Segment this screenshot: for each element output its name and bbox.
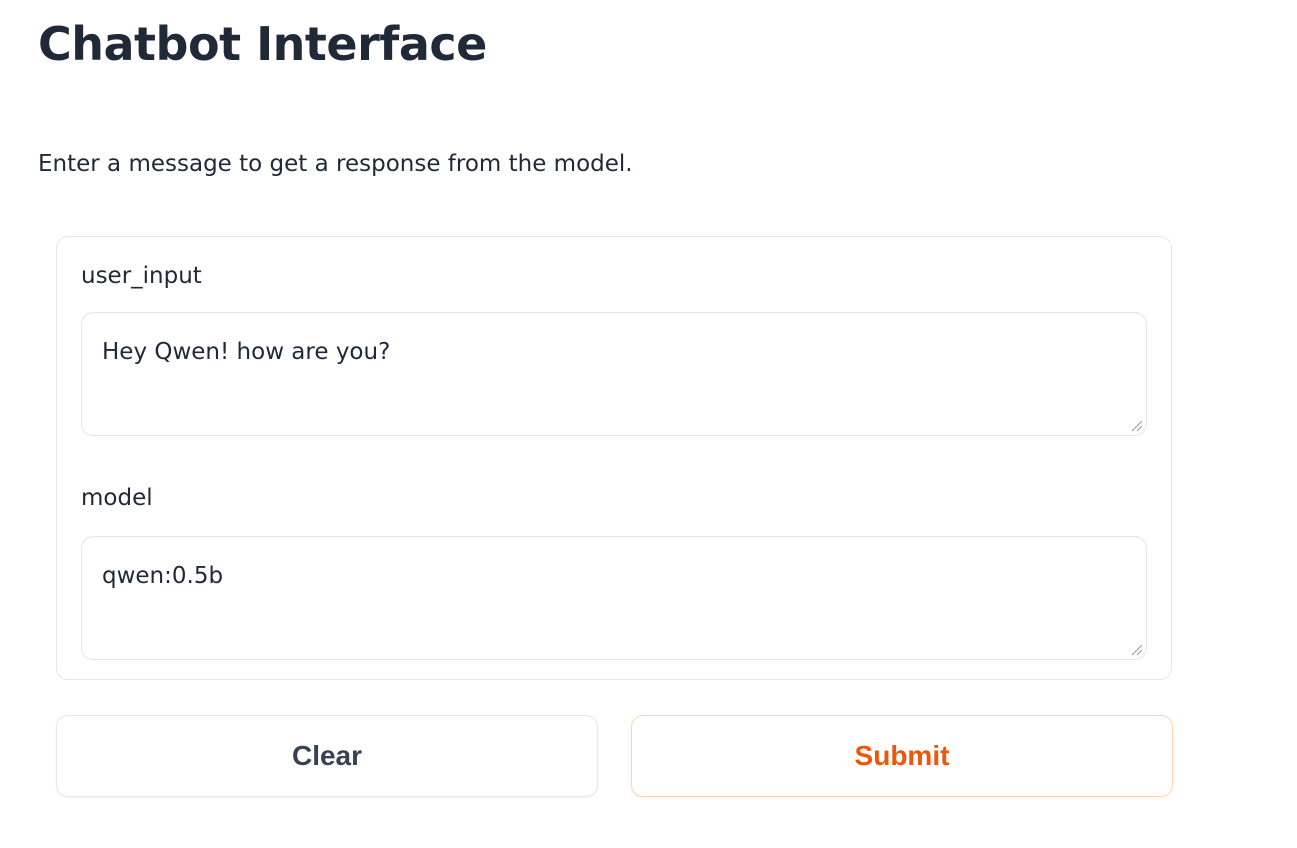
user-input-label: user_input [81, 263, 202, 289]
page-description: Enter a message to get a response from t… [38, 151, 633, 177]
page-title: Chatbot Interface [38, 17, 487, 71]
model-value: qwen:0.5b [102, 563, 224, 589]
resize-handle-icon[interactable] [1129, 418, 1143, 432]
model-label: model [81, 485, 153, 511]
model-textarea[interactable]: qwen:0.5b [81, 536, 1147, 660]
clear-button[interactable]: Clear [56, 715, 598, 797]
submit-button[interactable]: Submit [631, 715, 1173, 797]
resize-handle-icon[interactable] [1129, 642, 1143, 656]
form-panel: user_input Hey Qwen! how are you? model … [56, 236, 1172, 680]
user-input-value: Hey Qwen! how are you? [102, 339, 391, 365]
user-input-textarea[interactable]: Hey Qwen! how are you? [81, 312, 1147, 436]
